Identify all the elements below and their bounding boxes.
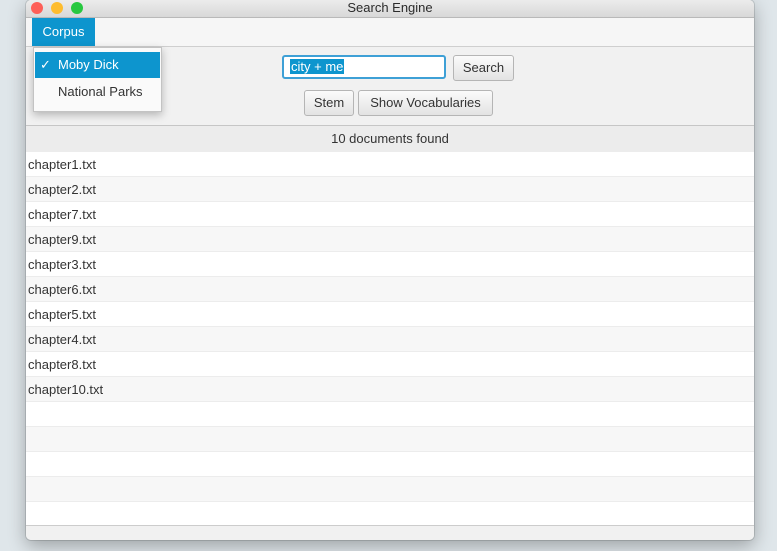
bottom-bar bbox=[26, 525, 754, 540]
empty-list-row bbox=[26, 402, 754, 427]
title-bar: Search Engine bbox=[26, 0, 754, 18]
zoom-window-button[interactable] bbox=[71, 2, 83, 14]
stem-button[interactable]: Stem bbox=[304, 90, 354, 116]
empty-list-row bbox=[26, 477, 754, 502]
results-list[interactable]: chapter1.txt chapter2.txt chapter7.txt c… bbox=[26, 152, 754, 527]
list-item[interactable]: chapter8.txt bbox=[26, 352, 754, 377]
checkmark-icon: ✓ bbox=[40, 57, 51, 72]
empty-list-row bbox=[26, 452, 754, 477]
empty-list-row bbox=[26, 427, 754, 452]
list-item[interactable]: chapter1.txt bbox=[26, 152, 754, 177]
corpus-dropdown-menu: ✓ Moby Dick National Parks bbox=[33, 47, 162, 112]
menu-bar: Corpus bbox=[26, 18, 754, 47]
list-item[interactable]: chapter7.txt bbox=[26, 202, 754, 227]
menu-item-national-parks[interactable]: National Parks bbox=[35, 79, 160, 105]
search-input[interactable]: city + me bbox=[282, 55, 446, 79]
minimize-window-button[interactable] bbox=[51, 2, 63, 14]
empty-list-row bbox=[26, 502, 754, 527]
menu-item-moby-dick[interactable]: ✓ Moby Dick bbox=[35, 52, 160, 78]
list-item[interactable]: chapter9.txt bbox=[26, 227, 754, 252]
list-item[interactable]: chapter6.txt bbox=[26, 277, 754, 302]
search-button[interactable]: Search bbox=[453, 55, 514, 81]
search-input-value: city + me bbox=[290, 59, 345, 74]
window-title: Search Engine bbox=[347, 0, 433, 15]
corpus-menu[interactable]: Corpus bbox=[32, 18, 95, 46]
list-item[interactable]: chapter3.txt bbox=[26, 252, 754, 277]
close-window-button[interactable] bbox=[31, 2, 43, 14]
results-status: 10 documents found bbox=[26, 125, 754, 153]
list-item[interactable]: chapter5.txt bbox=[26, 302, 754, 327]
list-item[interactable]: chapter10.txt bbox=[26, 377, 754, 402]
list-item[interactable]: chapter2.txt bbox=[26, 177, 754, 202]
list-item[interactable]: chapter4.txt bbox=[26, 327, 754, 352]
show-vocabularies-button[interactable]: Show Vocabularies bbox=[358, 90, 493, 116]
